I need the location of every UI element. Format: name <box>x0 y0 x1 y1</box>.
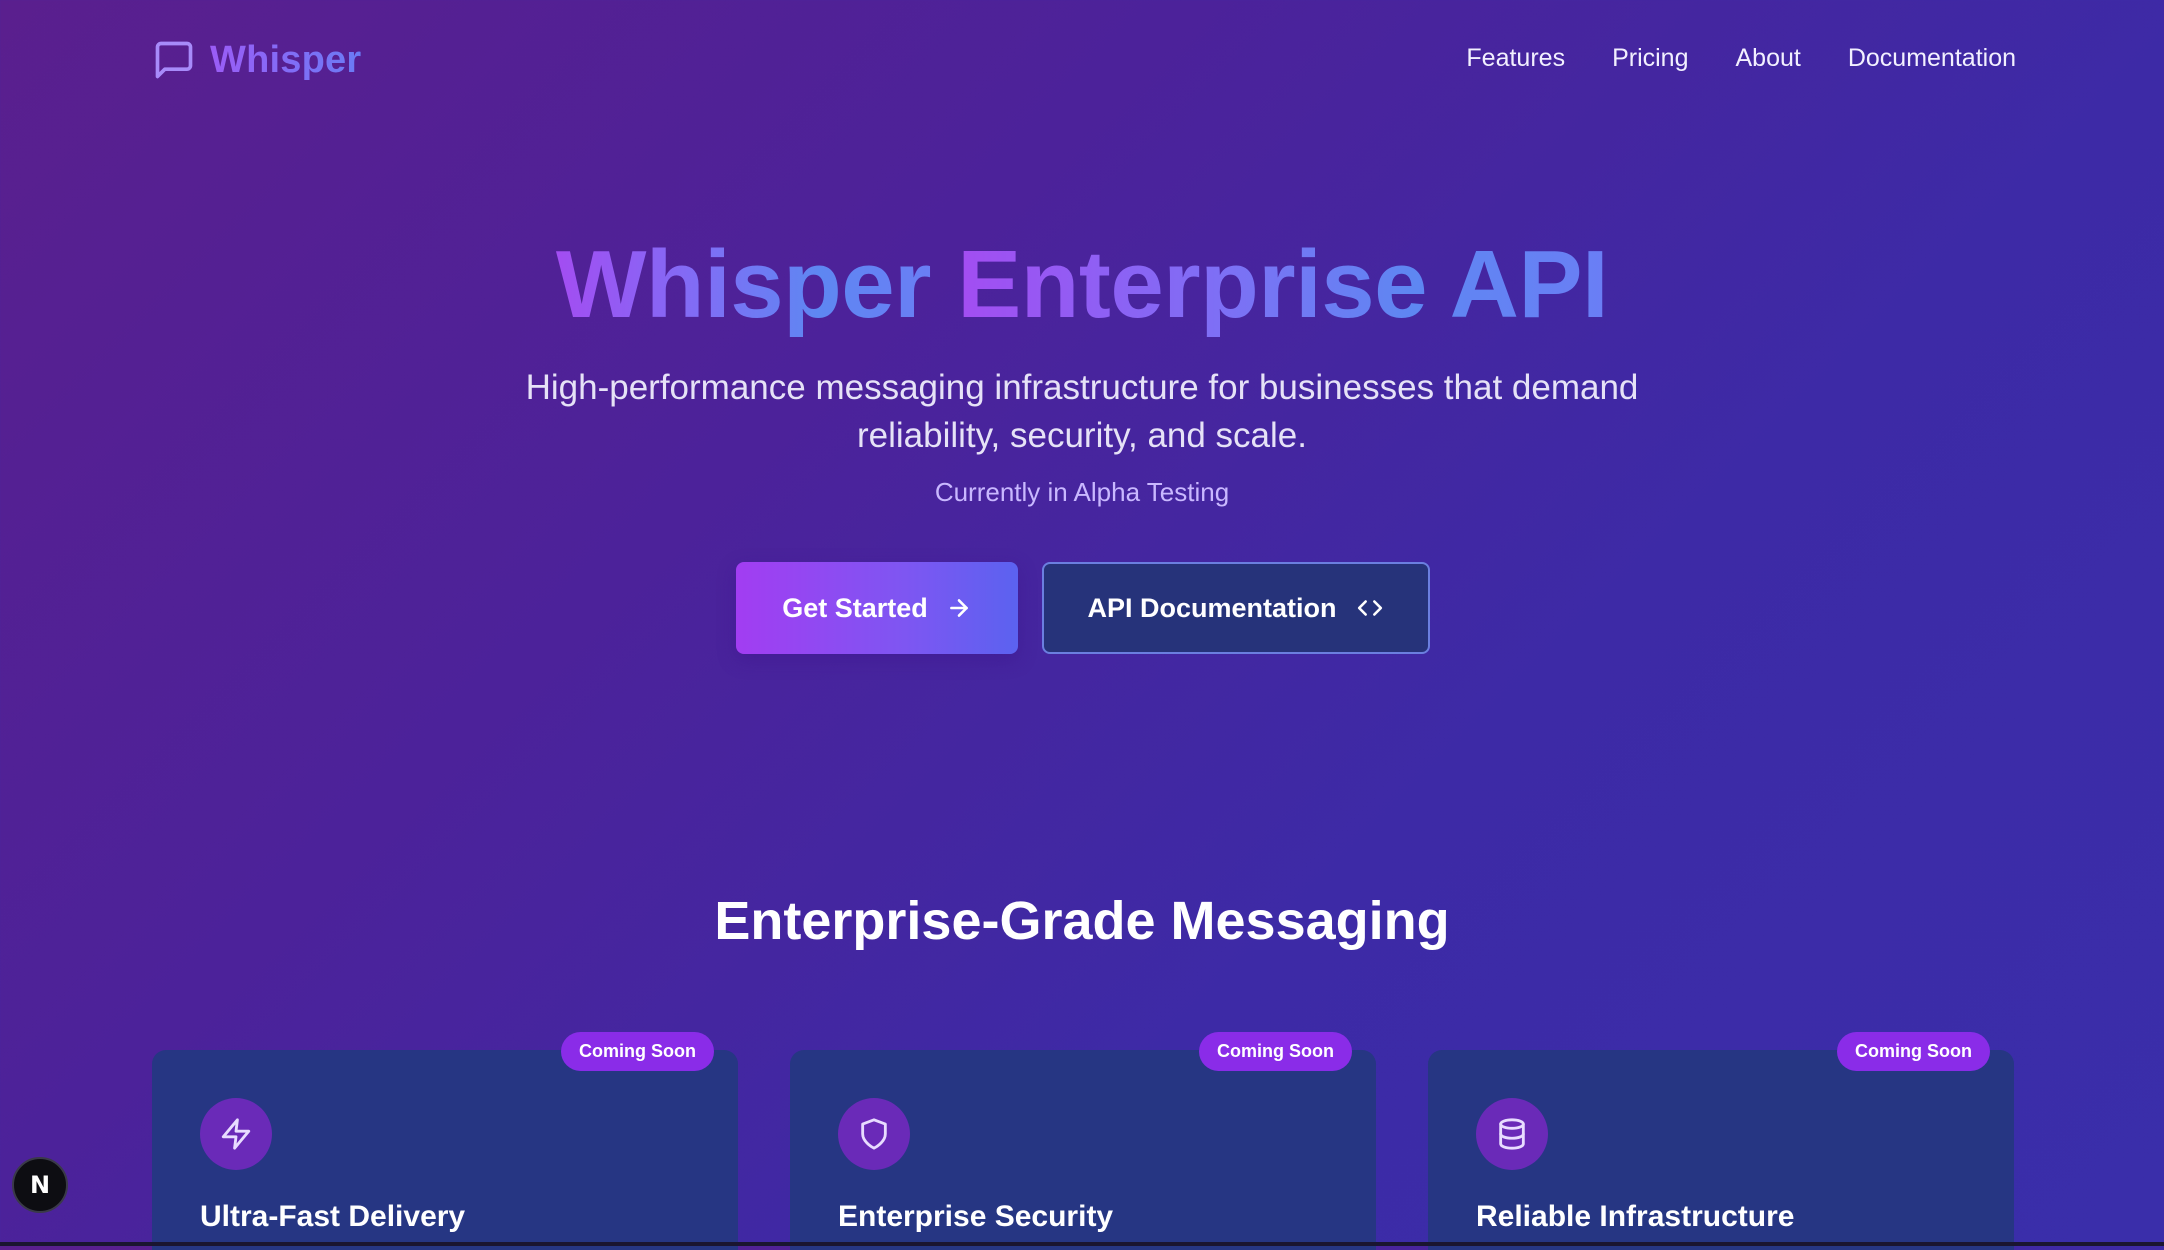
hero-title-part2: Enterprise API <box>957 231 1609 338</box>
lightning-icon <box>200 1098 272 1170</box>
coming-soon-badge: Coming Soon <box>561 1032 714 1071</box>
chat-bubble-icon <box>152 38 196 82</box>
hero-title-part1: Whisper <box>555 231 932 338</box>
nav-link-pricing[interactable]: Pricing <box>1612 44 1688 73</box>
feature-card-title: Reliable Infrastructure <box>1476 1200 1795 1233</box>
section-title: Enterprise-Grade Messaging <box>714 891 1450 951</box>
hero-title: Whisper Enterprise API <box>0 230 2164 340</box>
floating-n-button[interactable]: N <box>12 1157 68 1213</box>
brand-logo[interactable]: Whisper <box>152 38 361 82</box>
brand-name: Whisper <box>210 38 362 81</box>
feature-cards: Coming Soon Ultra-Fast Delivery Coming S… <box>152 1032 2014 1250</box>
get-started-label: Get Started <box>782 592 928 623</box>
coming-soon-badge: Coming Soon <box>1199 1032 1352 1071</box>
feature-card-reliable-infrastructure[interactable]: Coming Soon Reliable Infrastructure <box>1428 1032 2014 1250</box>
hero-subtitle-line2: reliability, security, and scale. <box>857 416 1307 455</box>
hero-subtitle-line1: High-performance messaging infrastructur… <box>525 368 1639 407</box>
feature-card-enterprise-security[interactable]: Coming Soon Enterprise Security <box>790 1032 1376 1250</box>
feature-card-title: Enterprise Security <box>838 1200 1114 1233</box>
shield-icon <box>838 1098 910 1170</box>
database-icon <box>1476 1098 1548 1170</box>
code-brackets-icon <box>1355 595 1385 621</box>
arrow-right-icon <box>946 595 972 621</box>
nav-link-features[interactable]: Features <box>1466 44 1565 73</box>
nav-link-documentation[interactable]: Documentation <box>1848 44 2016 73</box>
nav-link-about[interactable]: About <box>1736 44 1801 73</box>
api-documentation-label: API Documentation <box>1087 592 1337 623</box>
cta-row: Get Started API Documentation <box>736 562 1430 654</box>
coming-soon-badge: Coming Soon <box>1837 1032 1990 1071</box>
get-started-button[interactable]: Get Started <box>736 562 1018 654</box>
top-nav: Features Pricing About Documentation <box>1466 44 2016 73</box>
hero-subtitle: High-performance messaging infrastructur… <box>0 364 2164 460</box>
alpha-status-note: Currently in Alpha Testing <box>934 477 1230 507</box>
feature-card-ultra-fast-delivery[interactable]: Coming Soon Ultra-Fast Delivery <box>152 1032 738 1250</box>
api-documentation-button[interactable]: API Documentation <box>1042 562 1430 654</box>
feature-card-title: Ultra-Fast Delivery <box>200 1200 466 1233</box>
bottom-edge <box>0 1242 2164 1246</box>
